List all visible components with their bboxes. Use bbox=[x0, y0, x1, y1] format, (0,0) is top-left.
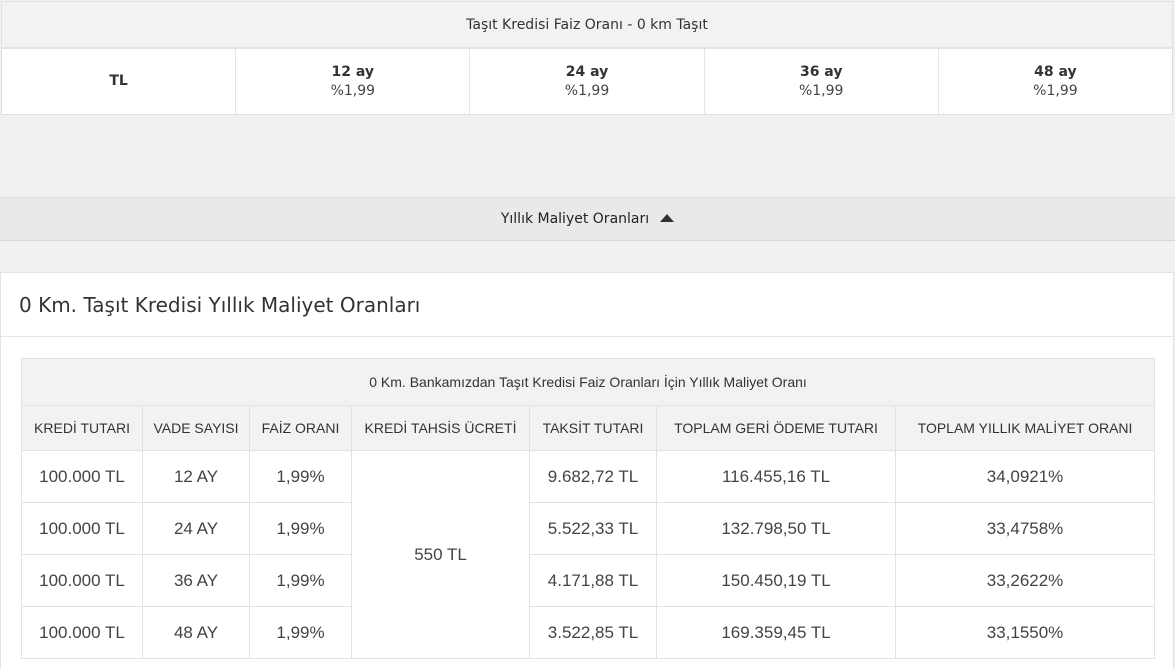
rate-value: %1,99 bbox=[330, 82, 376, 99]
table-row: 100.000 TL 48 AY 1,99% 3.522,85 TL 169.3… bbox=[21, 606, 1156, 659]
installment-cell: 4.171,88 TL bbox=[529, 554, 657, 607]
allocation-fee-cell: 550 TL bbox=[351, 450, 530, 659]
annual-cost-cell: 33,4758% bbox=[894, 502, 1156, 555]
column-header: TOPLAM YILLIK MALİYET ORANI bbox=[894, 405, 1156, 451]
annual-cost-cell: 33,1550% bbox=[894, 606, 1156, 659]
term-label: 48 ay bbox=[1034, 63, 1077, 80]
installment-cell: 9.682,72 TL bbox=[529, 450, 657, 503]
table-row: 100.000 TL 24 AY 1,99% 5.522,33 TL 132.7… bbox=[21, 502, 1156, 555]
column-header: KREDİ TAHSİS ÜCRETİ bbox=[351, 405, 530, 451]
annual-cost-panel: 0 Km. Taşıt Kredisi Yıllık Maliyet Oranl… bbox=[0, 272, 1174, 669]
rate-cell-24: 24 ay %1,99 bbox=[470, 49, 705, 114]
column-header: FAİZ ORANI bbox=[249, 405, 352, 451]
rate-value: %1,99 bbox=[1033, 82, 1078, 99]
column-header: TAKSİT TUTARI bbox=[529, 405, 657, 451]
annual-cost-table: 0 Km. Bankamızdan Taşıt Kredisi Faiz Ora… bbox=[20, 358, 1156, 659]
term-cell: 36 AY bbox=[142, 554, 250, 607]
term-cell: 24 AY bbox=[142, 502, 250, 555]
rate-value: %1,99 bbox=[564, 82, 610, 99]
installment-cell: 3.522,85 TL bbox=[529, 606, 657, 659]
rate-cell-48: 48 ay %1,99 bbox=[939, 49, 1172, 114]
amount-cell: 100.000 TL bbox=[21, 606, 143, 659]
total-cell: 150.450,19 TL bbox=[656, 554, 896, 607]
rate-cell: 1,99% bbox=[249, 450, 352, 503]
accordion-label: Yıllık Maliyet Oranları bbox=[500, 211, 650, 227]
caret-up-icon bbox=[660, 214, 675, 222]
table-caption: 0 Km. Bankamızdan Taşıt Kredisi Faiz Ora… bbox=[20, 358, 1156, 406]
term-cell: 12 AY bbox=[142, 450, 250, 503]
installment-cell: 5.522,33 TL bbox=[529, 502, 657, 555]
amount-cell: 100.000 TL bbox=[21, 502, 143, 555]
term-label: 36 ay bbox=[799, 63, 843, 80]
annual-cost-accordion-toggle[interactable]: Yıllık Maliyet Oranları bbox=[0, 197, 1175, 241]
panel-heading: 0 Km. Taşıt Kredisi Yıllık Maliyet Oranl… bbox=[1, 273, 1173, 337]
term-label: 12 ay bbox=[331, 63, 375, 80]
rate-cell-12: 12 ay %1,99 bbox=[236, 49, 471, 114]
annual-cost-cell: 33,2622% bbox=[894, 554, 1156, 607]
interest-rate-table: Taşıt Kredisi Faiz Oranı - 0 km Taşıt TL… bbox=[1, 1, 1173, 115]
rate-cell-36: 36 ay %1,99 bbox=[705, 49, 939, 114]
rate-row: TL 12 ay %1,99 24 ay %1,99 36 ay %1,99 4… bbox=[2, 49, 1172, 114]
term-cell: 48 AY bbox=[142, 606, 250, 659]
total-cell: 132.798,50 TL bbox=[656, 502, 896, 555]
column-header: TOPLAM GERİ ÖDEME TUTARI bbox=[656, 405, 896, 451]
column-header: VADE SAYISI bbox=[142, 405, 250, 451]
table-row: 100.000 TL 36 AY 1,99% 4.171,88 TL 150.4… bbox=[21, 554, 1156, 607]
currency-cell: TL bbox=[2, 49, 237, 114]
total-cell: 169.359,45 TL bbox=[656, 606, 896, 659]
table-row: 100.000 TL 12 AY 1,99% 550 TL 9.682,72 T… bbox=[21, 450, 1156, 659]
amount-cell: 100.000 TL bbox=[21, 450, 143, 503]
term-label: 24 ay bbox=[565, 63, 609, 80]
rate-cell: 1,99% bbox=[249, 502, 352, 555]
annual-cost-cell: 34,0921% bbox=[894, 450, 1156, 503]
rate-cell: 1,99% bbox=[249, 554, 352, 607]
amount-cell: 100.000 TL bbox=[21, 554, 143, 607]
column-header: KREDİ TUTARI bbox=[21, 405, 143, 451]
total-cell: 116.455,16 TL bbox=[656, 450, 896, 503]
rate-table-title: Taşıt Kredisi Faiz Oranı - 0 km Taşıt bbox=[2, 2, 1172, 49]
rate-value: %1,99 bbox=[798, 82, 844, 99]
rate-cell: 1,99% bbox=[249, 606, 352, 659]
